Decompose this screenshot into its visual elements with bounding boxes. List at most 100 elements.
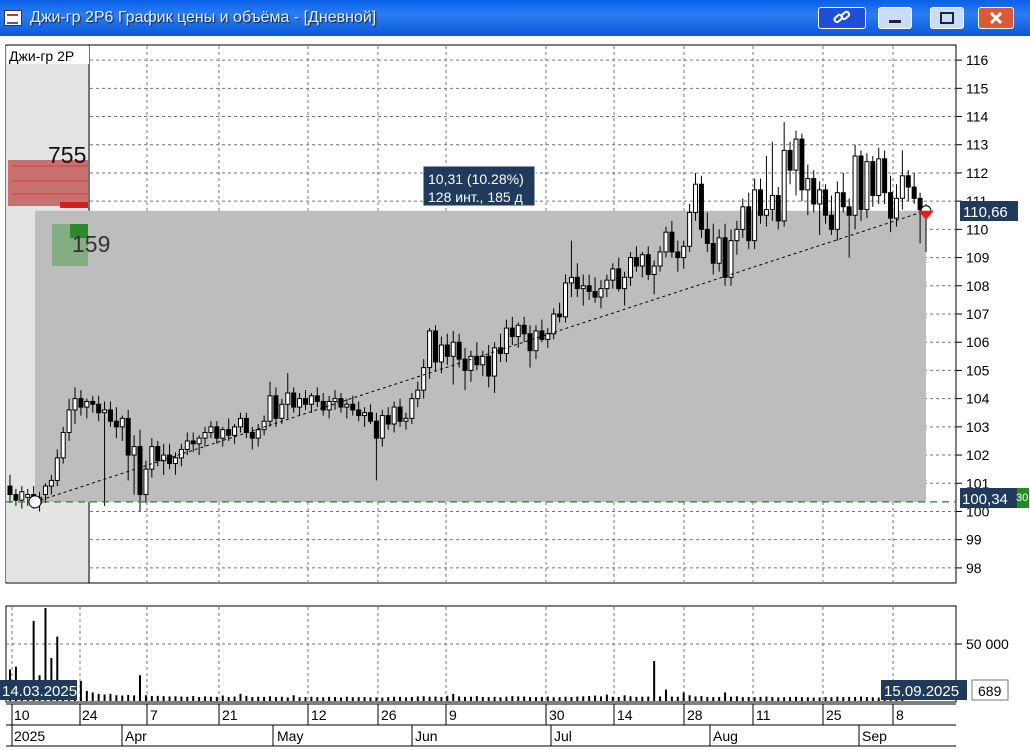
candle-body	[527, 333, 533, 352]
candle-body	[716, 237, 722, 264]
candle-body	[308, 395, 314, 405]
candle-body	[84, 400, 90, 408]
candle-body	[178, 448, 184, 459]
candle-body	[427, 330, 433, 369]
close-icon	[989, 11, 1003, 25]
instrument-label: Джи-гр 2Р	[9, 48, 74, 64]
range-start-date-text: 14.03.2025	[2, 683, 77, 700]
day-label: 25	[826, 707, 842, 723]
candle-body	[480, 355, 486, 366]
candle-body	[651, 265, 657, 276]
candle-body	[710, 242, 716, 264]
minimize-button[interactable]	[878, 7, 912, 29]
candle-body	[66, 409, 72, 433]
candle-body	[580, 285, 586, 290]
candle-body	[870, 161, 876, 197]
chart-canvas[interactable]: 1161151141131121111101091081071061051041…	[0, 36, 1030, 750]
candle-body	[302, 398, 308, 405]
candle-body	[90, 400, 96, 405]
candle-body	[409, 398, 415, 419]
trend-start-handle[interactable]	[28, 495, 42, 509]
title-bar[interactable]: Джи-гр 2Р6 График цены и объёма - [Дневн…	[0, 0, 1030, 36]
candle-body	[379, 415, 385, 439]
candle-body	[545, 333, 551, 340]
candle-body	[563, 282, 569, 318]
window-title: Джи-гр 2Р6 График цены и объёма - [Дневн…	[30, 9, 377, 26]
candle-body	[243, 417, 249, 433]
candle-body	[96, 403, 102, 414]
ask-volume: 755	[48, 142, 86, 168]
candle-body	[752, 189, 758, 242]
candle-body	[196, 437, 202, 445]
price-tick-label: 105	[966, 362, 990, 378]
candle-body	[432, 330, 438, 363]
measure-change: 10,31 (10.28%)	[428, 171, 524, 187]
candle-body	[54, 457, 60, 481]
candle-body	[817, 189, 823, 205]
candle-body	[438, 344, 444, 363]
candle-body	[787, 149, 793, 171]
candle-body	[622, 276, 628, 290]
candle-body	[72, 398, 78, 411]
candle-body	[385, 415, 391, 425]
candle-body	[858, 155, 864, 211]
candle-body	[639, 254, 645, 267]
candle-body	[167, 454, 173, 465]
candle-body	[403, 417, 409, 422]
candle-body	[468, 355, 474, 371]
candle-body	[332, 398, 338, 402]
candle-body	[633, 257, 639, 267]
maximize-button[interactable]	[930, 7, 964, 29]
candle-body	[846, 206, 852, 216]
candle-body	[799, 138, 805, 191]
candle-body	[840, 192, 846, 208]
candle-body	[503, 327, 509, 354]
candle-body	[592, 290, 598, 298]
volume-panel[interactable]	[5, 605, 957, 703]
price-tick-label: 106	[966, 334, 990, 350]
candle-body	[911, 186, 917, 199]
candle-body	[539, 330, 545, 340]
candle-body	[533, 330, 539, 352]
candle-body	[746, 206, 752, 242]
candle-body	[373, 420, 379, 439]
candle-body	[805, 178, 811, 191]
month-label: Jul	[554, 728, 572, 744]
candle-body	[781, 149, 787, 222]
candle-body	[669, 231, 675, 253]
month-label: Jun	[415, 728, 438, 744]
candle-body	[610, 268, 616, 281]
candle-body	[220, 429, 226, 439]
chart-window: 1161151141131121111101091081071061051041…	[0, 36, 1030, 750]
price-tick-label: 116	[966, 52, 989, 68]
candle-body	[604, 279, 610, 290]
day-label: 30	[549, 707, 565, 723]
candle-body	[155, 446, 161, 462]
candle-body	[107, 409, 113, 422]
candle-body	[793, 138, 799, 171]
candle-body	[888, 192, 894, 219]
candle-body	[675, 251, 681, 259]
maximize-icon	[940, 12, 954, 24]
candle-body	[568, 276, 574, 284]
month-label: 2025	[14, 728, 45, 744]
candle-body	[78, 398, 84, 408]
day-label: 10	[14, 707, 30, 723]
candle-body	[314, 395, 320, 402]
candle-body	[131, 446, 137, 456]
candle-body	[237, 417, 243, 428]
minimize-icon	[889, 20, 901, 23]
candle-body	[722, 237, 728, 278]
candle-body	[255, 429, 261, 439]
candle-body	[704, 228, 710, 244]
candle-body	[882, 158, 888, 194]
measure-duration: 128 инт., 185 д	[428, 189, 523, 205]
candle-body	[509, 327, 515, 338]
candle-body	[48, 479, 54, 487]
candle-body	[297, 398, 303, 408]
close-button[interactable]	[978, 7, 1014, 29]
link-button[interactable]	[818, 7, 866, 29]
day-label: 8	[896, 707, 904, 723]
candle-body	[515, 324, 521, 338]
candle-body	[344, 403, 350, 408]
